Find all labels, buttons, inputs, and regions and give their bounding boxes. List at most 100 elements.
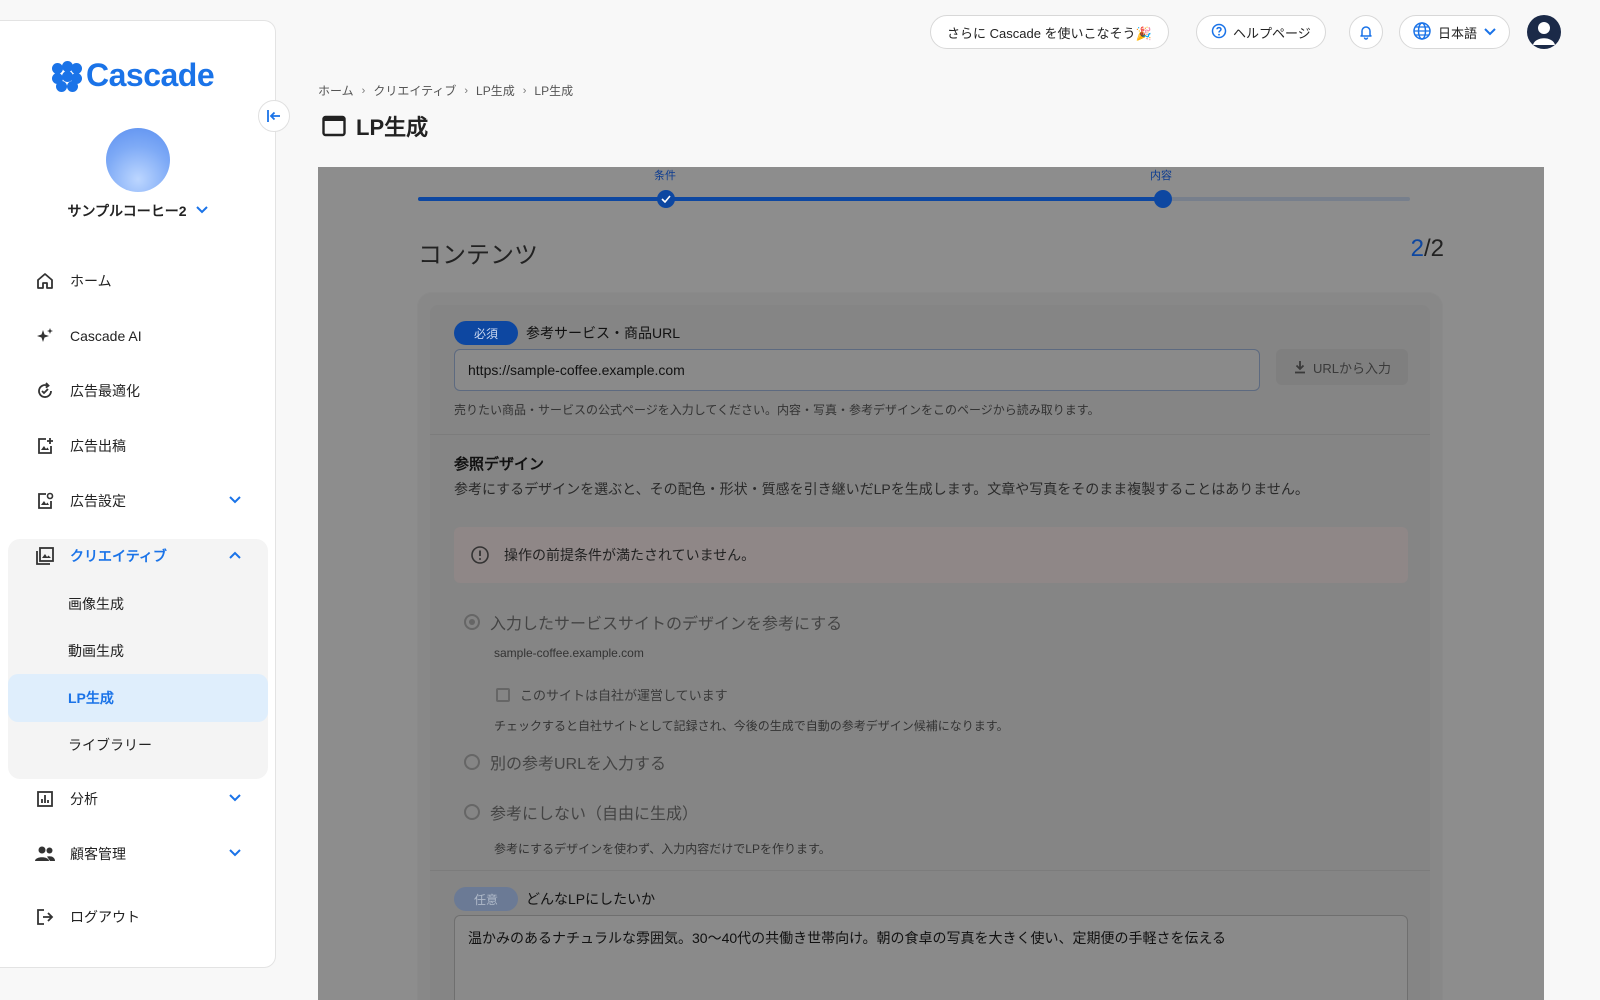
- breadcrumb-item[interactable]: ホーム: [318, 82, 354, 99]
- option-label: 入力したサービスサイトのデザインを参考にする: [490, 616, 843, 633]
- option-domain: sample-coffee.example.com: [494, 646, 644, 660]
- sidebar-item-analytics[interactable]: 分析: [8, 775, 268, 823]
- step-counter-total: /2: [1423, 235, 1444, 262]
- sidebar-subitem-video-generation[interactable]: 動画生成: [8, 627, 268, 675]
- lp-request-value: 温かみのあるナチュラルな雰囲気。30〜40代の共働き世帯向け。朝の食卓の写真を大…: [468, 930, 1227, 946]
- chevron-right-icon: ›: [464, 84, 469, 97]
- radio-selected-icon: [464, 614, 480, 630]
- brand-name: Cascade: [86, 57, 215, 93]
- sidebar-item-ad-optimization[interactable]: 広告最適化: [8, 367, 268, 415]
- step-done-check-icon[interactable]: [657, 190, 675, 208]
- help-label: ヘルプページ: [1233, 25, 1311, 41]
- section-title: コンテンツ: [418, 242, 538, 269]
- language-selector[interactable]: 日本語: [1399, 15, 1511, 49]
- design-option-service-site[interactable]: 入力したサービスサイトのデザインを参考にする: [464, 610, 842, 634]
- account-avatar: [106, 128, 170, 192]
- cascade-logo-icon: [52, 60, 82, 92]
- lp-request-textarea[interactable]: 温かみのあるナチュラルな雰囲気。30〜40代の共働き世帯向け。朝の食卓の写真を大…: [454, 915, 1408, 1000]
- chevron-right-icon: ›: [522, 84, 527, 97]
- sidebar-item-label: 広告設定: [70, 493, 126, 509]
- option-label: 別の参考URLを入力する: [490, 756, 667, 773]
- url-field-header: 必須 参考サービス・商品URL: [454, 321, 680, 345]
- help-page-button[interactable]: ヘルプページ: [1196, 15, 1326, 49]
- precondition-alert: 操作の前提条件が満たされていません。: [454, 527, 1408, 583]
- sidebar-item-home[interactable]: ホーム: [8, 257, 268, 305]
- sidebar-item-customers[interactable]: 顧客管理: [8, 830, 268, 878]
- reference-url-value: https://sample-coffee.example.com: [468, 362, 685, 378]
- step-label: 条件: [654, 170, 676, 182]
- bell-icon: [1360, 26, 1372, 40]
- breadcrumb-item[interactable]: クリエイティブ: [373, 82, 456, 99]
- option-label: 参考にしない（自由に生成）: [490, 806, 699, 823]
- account-name: サンプルコーヒー2: [67, 203, 187, 219]
- design-option-none[interactable]: 参考にしない（自由に生成）: [464, 800, 698, 824]
- breadcrumb: ホーム › クリエイティブ › LP生成 › LP生成: [318, 82, 573, 99]
- reference-url-input[interactable]: https://sample-coffee.example.com: [454, 349, 1260, 391]
- sidebar-item-ad-publish[interactable]: 広告出稿: [8, 422, 268, 470]
- browser-window-icon: [322, 115, 346, 137]
- sidebar-subitem-image-generation[interactable]: 画像生成: [8, 580, 268, 628]
- sidebar-subitem-label: 画像生成: [68, 596, 124, 612]
- sidebar-subitem-label: 動画生成: [68, 643, 124, 659]
- globe-icon: [1412, 21, 1432, 44]
- sidebar-item-cascade-ai[interactable]: Cascade AI: [8, 312, 268, 360]
- radio-icon: [464, 754, 480, 770]
- image-add-icon: [34, 436, 56, 456]
- sidebar-subitem-lp-generation[interactable]: LP生成: [8, 674, 268, 722]
- divider: [430, 434, 1430, 435]
- user-icon: [1533, 22, 1555, 45]
- sparkle-icon: [34, 326, 56, 346]
- import-from-url-button[interactable]: URLから入力: [1276, 349, 1408, 385]
- bar-chart-icon: [34, 789, 56, 809]
- sidebar-subitem-label: LP生成: [68, 690, 114, 706]
- chevron-down-icon: [195, 204, 209, 218]
- reference-design-description: 参考にするデザインを選ぶと、その配色・形状・質感を引き継いだLPを生成します。文…: [454, 481, 1309, 497]
- sidebar-item-label: 広告出稿: [70, 438, 126, 454]
- sidebar: Cascade サンプルコーヒー2 ホーム Cascade AI 広告最適化 広…: [0, 20, 276, 968]
- required-badge: 必須: [454, 321, 518, 345]
- import-from-url-label: URLから入力: [1312, 360, 1391, 376]
- notifications-button[interactable]: [1349, 15, 1383, 49]
- chevron-down-icon: [228, 494, 242, 508]
- download-icon: [1294, 361, 1305, 374]
- breadcrumb-item[interactable]: LP生成: [476, 82, 515, 99]
- sidebar-item-label: クリエイティブ: [70, 548, 167, 564]
- refresh-check-icon: [34, 381, 56, 401]
- sidebar-item-label: 顧客管理: [70, 846, 126, 862]
- alert-circle-icon: [471, 546, 489, 564]
- chevron-down-icon: [1483, 25, 1497, 40]
- collapse-sidebar-button[interactable]: [258, 100, 290, 132]
- sidebar-item-label: 分析: [70, 791, 98, 807]
- reference-design-title: 参照デザイン: [454, 456, 545, 473]
- promo-label: さらに Cascade を使いこなそう🎉: [947, 25, 1152, 41]
- page-title-text: LP生成: [356, 115, 429, 140]
- chevron-right-icon: ›: [361, 84, 366, 97]
- sidebar-subitem-label: ライブラリー: [68, 737, 152, 753]
- account-switcher[interactable]: サンプルコーヒー2: [0, 201, 276, 221]
- sidebar-item-creative[interactable]: クリエイティブ: [8, 532, 268, 580]
- design-option-other-url[interactable]: 別の参考URLを入力する: [464, 750, 666, 774]
- sidebar-item-ad-settings[interactable]: 広告設定: [8, 477, 268, 525]
- wish-field-label: どんなLPにしたいか: [526, 891, 656, 907]
- sidebar-item-label: 広告最適化: [70, 383, 140, 399]
- sidebar-item-logout[interactable]: ログアウト: [8, 893, 268, 941]
- chevron-up-icon: [228, 549, 242, 563]
- step-label: 内容: [1150, 170, 1172, 182]
- language-label: 日本語: [1438, 25, 1478, 41]
- optional-badge: 任意: [454, 887, 518, 911]
- wish-field-header: 任意 どんなLPにしたいか: [454, 887, 655, 911]
- brand-logo[interactable]: Cascade: [52, 57, 215, 94]
- breadcrumb-item: LP生成: [534, 84, 574, 98]
- url-field-hint: 売りたい商品・サービスの公式ページを入力してください。内容・写真・参考デザインを…: [454, 403, 1100, 417]
- promo-button[interactable]: さらに Cascade を使いこなそう🎉: [930, 15, 1169, 49]
- user-avatar[interactable]: [1527, 15, 1561, 49]
- sidebar-item-label: ログアウト: [70, 909, 140, 925]
- image-settings-icon: [34, 491, 56, 511]
- step-current-dot[interactable]: [1154, 190, 1172, 208]
- own-site-checkbox[interactable]: このサイトは自社が運営しています: [496, 685, 728, 704]
- option-none-hint: 参考にするデザインを使わず、入力内容だけでLPを作ります。: [494, 842, 831, 856]
- sidebar-subitem-library[interactable]: ライブラリー: [8, 721, 268, 769]
- sidebar-item-label: Cascade AI: [70, 328, 142, 344]
- url-field-label: 参考サービス・商品URL: [526, 325, 681, 341]
- collapse-left-icon: [267, 110, 280, 122]
